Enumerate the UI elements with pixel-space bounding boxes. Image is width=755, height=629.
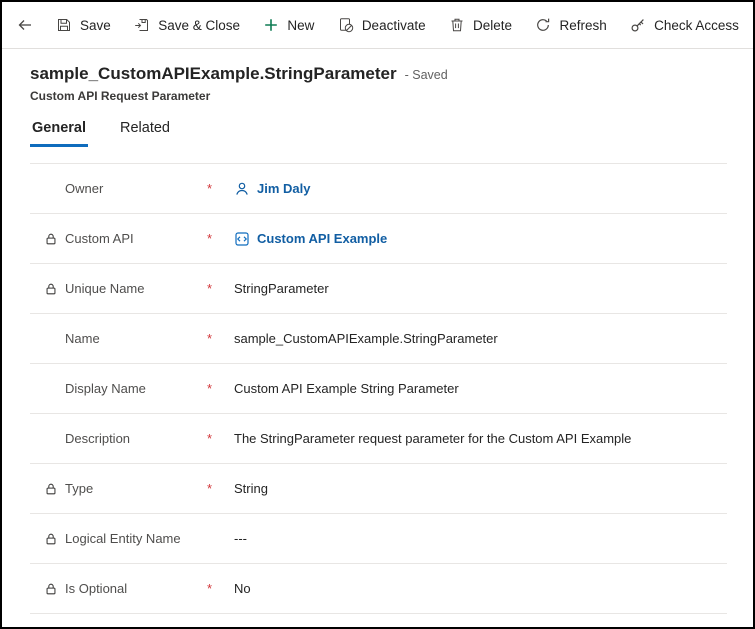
field-label: Type (65, 481, 93, 496)
custom-api-icon (234, 231, 250, 247)
person-icon (234, 181, 250, 197)
description-field-value[interactable]: The StringParameter request parameter fo… (234, 431, 631, 446)
field-row-is-optional: Is Optional * No (30, 564, 727, 614)
field-value: The StringParameter request parameter fo… (234, 431, 631, 446)
save-and-close-button[interactable]: Save & Close (130, 8, 244, 42)
form-tabs: General Related (2, 120, 753, 147)
field-value: Jim Daly (234, 181, 310, 197)
display-name-field-value[interactable]: Custom API Example String Parameter (234, 381, 459, 396)
lock-icon (44, 482, 58, 496)
field-row-owner: Owner * Jim Daly (30, 164, 727, 214)
required-asterisk: * (207, 481, 221, 496)
delete-button-label: Delete (473, 18, 512, 33)
save-button[interactable]: Save (52, 8, 115, 42)
lock-icon (44, 532, 58, 546)
page-title: sample_CustomAPIExample.StringParameter (30, 64, 397, 84)
required-asterisk: * (207, 181, 221, 196)
owner-link[interactable]: Jim Daly (257, 181, 310, 196)
entity-type-label: Custom API Request Parameter (30, 89, 725, 103)
field-row-description: Description * The StringParameter reques… (30, 414, 727, 464)
field-row-type: Type * String (30, 464, 727, 514)
field-label-wrap: Description (44, 431, 207, 446)
field-label-wrap: Unique Name (44, 281, 207, 296)
custom-api-link[interactable]: Custom API Example (257, 231, 387, 246)
field-label: Is Optional (65, 581, 127, 596)
name-field-value[interactable]: sample_CustomAPIExample.StringParameter (234, 331, 498, 346)
field-label: Owner (65, 181, 103, 196)
record-header: sample_CustomAPIExample.StringParameter … (2, 49, 753, 103)
type-value: String (234, 481, 268, 496)
logical-entity-name-value: --- (234, 531, 247, 546)
title-line: sample_CustomAPIExample.StringParameter … (30, 64, 725, 84)
check-access-icon (630, 17, 646, 33)
field-label: Unique Name (65, 281, 145, 296)
new-button-label: New (287, 18, 314, 33)
tab-general[interactable]: General (30, 120, 88, 147)
lock-icon (44, 582, 58, 596)
back-arrow-icon (17, 17, 33, 33)
delete-icon (449, 17, 465, 33)
required-asterisk: * (207, 431, 221, 446)
required-asterisk: * (207, 281, 221, 296)
new-plus-icon (263, 17, 279, 33)
lock-icon (44, 232, 58, 246)
field-value: sample_CustomAPIExample.StringParameter (234, 331, 498, 346)
field-value: StringParameter (234, 281, 329, 296)
app-window: Save Save & Close New Deactivate (0, 0, 755, 629)
general-form-section: Owner * Jim Daly Custom API * (30, 163, 727, 614)
check-access-button[interactable]: Check Access (626, 8, 743, 42)
save-close-icon (134, 17, 150, 33)
lock-icon (44, 282, 58, 296)
refresh-icon (535, 17, 551, 33)
check-access-button-label: Check Access (654, 18, 739, 33)
required-asterisk: * (207, 581, 221, 596)
required-asterisk: * (207, 231, 221, 246)
deactivate-button-label: Deactivate (362, 18, 426, 33)
save-icon (56, 17, 72, 33)
field-label-wrap: Custom API (44, 231, 207, 246)
new-button[interactable]: New (259, 8, 318, 42)
field-label: Name (65, 331, 100, 346)
field-row-name: Name * sample_CustomAPIExample.StringPar… (30, 314, 727, 364)
is-optional-value: No (234, 581, 251, 596)
field-label-wrap: Logical Entity Name (44, 531, 207, 546)
field-label: Description (65, 431, 130, 446)
save-and-close-button-label: Save & Close (158, 18, 240, 33)
field-value: --- (234, 531, 247, 546)
refresh-button[interactable]: Refresh (531, 8, 610, 42)
command-buttons: Save Save & Close New Deactivate (52, 8, 743, 42)
delete-button[interactable]: Delete (445, 8, 516, 42)
deactivate-icon (338, 17, 354, 33)
unique-name-value: StringParameter (234, 281, 329, 296)
save-button-label: Save (80, 18, 111, 33)
field-label-wrap: Owner (44, 181, 207, 196)
field-label-wrap: Is Optional (44, 581, 207, 596)
field-label: Custom API (65, 231, 134, 246)
field-row-custom-api: Custom API * Custom API Example (30, 214, 727, 264)
back-button[interactable] (8, 8, 42, 42)
field-label: Display Name (65, 381, 146, 396)
command-bar: Save Save & Close New Deactivate (2, 2, 753, 49)
tab-related[interactable]: Related (118, 120, 172, 147)
field-label-wrap: Type (44, 481, 207, 496)
required-asterisk: * (207, 381, 221, 396)
field-value: No (234, 581, 251, 596)
deactivate-button[interactable]: Deactivate (334, 8, 430, 42)
field-row-unique-name: Unique Name * StringParameter (30, 264, 727, 314)
field-row-display-name: Display Name * Custom API Example String… (30, 364, 727, 414)
field-value: Custom API Example (234, 231, 387, 247)
save-status: - Saved (405, 68, 448, 82)
field-label-wrap: Display Name (44, 381, 207, 396)
field-label: Logical Entity Name (65, 531, 181, 546)
field-value: String (234, 481, 268, 496)
field-label-wrap: Name (44, 331, 207, 346)
field-value: Custom API Example String Parameter (234, 381, 459, 396)
required-asterisk: * (207, 331, 221, 346)
refresh-button-label: Refresh (559, 18, 606, 33)
field-row-logical-entity-name: Logical Entity Name --- (30, 514, 727, 564)
